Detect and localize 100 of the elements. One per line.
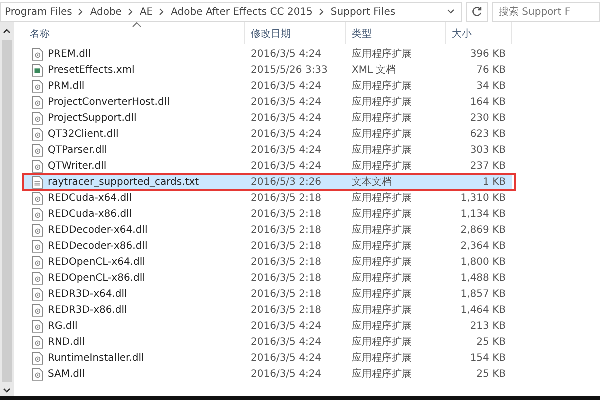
- code-file-icon: [32, 64, 43, 76]
- address-bar[interactable]: Program Files Adobe AE Adobe After Effects CC 2015 Support Files: [0, 2, 462, 22]
- column-header[interactable]: 类型: [346, 22, 446, 44]
- scroll-down-icon[interactable]: [3, 388, 11, 394]
- gear-file-icon: [32, 128, 43, 140]
- file-type: 应用程序扩展: [352, 257, 412, 268]
- file-size: 34 KB: [476, 80, 506, 92]
- modified-date: 2016/3/5 2:18: [251, 192, 322, 204]
- column-header[interactable]: 大小: [446, 22, 512, 44]
- breadcrumb-item[interactable]: AE: [140, 6, 154, 18]
- file-row[interactable]: REDDecoder-x64.dll 2016/3/5 2:18 应用程序扩展 2,869 KB: [24, 222, 512, 238]
- file-row[interactable]: RND.dll 2016/3/5 4:24 应用程序扩展 25 KB: [24, 334, 512, 350]
- file-type: 应用程序扩展: [352, 193, 412, 204]
- file-type: 应用程序扩展: [352, 337, 412, 348]
- file-size: 1,800 KB: [460, 256, 506, 268]
- file-size: 230 KB: [470, 112, 506, 124]
- file-row[interactable]: ProjectSupport.dll 2016/3/5 4:24 应用程序扩展 230 KB: [24, 110, 512, 126]
- file-row[interactable]: ProjectConverterHost.dll 2016/3/5 4:24 应用程序扩展 164 KB: [24, 94, 512, 110]
- gear-file-icon: [32, 224, 43, 236]
- modified-date: 2016/3/5 4:24: [251, 352, 322, 364]
- file-row[interactable]: QT32Client.dll 2016/3/5 4:24 应用程序扩展 623 KB: [24, 126, 512, 142]
- file-size: 623 KB: [470, 128, 506, 140]
- file-name: PRM.dll: [48, 80, 85, 92]
- modified-date: 2016/3/5 4:24: [251, 160, 322, 172]
- gear-file-icon: [32, 288, 43, 300]
- gear-file-icon: [32, 240, 43, 252]
- scroll-up-icon[interactable]: [3, 28, 11, 34]
- file-row[interactable]: PREM.dll 2016/3/5 4:24 应用程序扩展 396 KB: [24, 46, 512, 62]
- search-field[interactable]: 搜索 Support F: [492, 2, 600, 22]
- file-row[interactable]: RuntimeInstaller.dll 2016/3/5 4:24 应用程序扩展 154 KB: [24, 350, 512, 366]
- chevron-icon: [128, 8, 134, 16]
- file-size: 25 KB: [476, 336, 506, 348]
- gear-file-icon: [32, 112, 43, 124]
- file-row[interactable]: QTParser.dll 2016/3/5 4:24 应用程序扩展 303 KB: [24, 142, 512, 158]
- file-size: 25 KB: [476, 368, 506, 380]
- refresh-button[interactable]: [466, 2, 488, 22]
- modified-date: 2016/5/3 2:26: [251, 176, 322, 188]
- file-name: REDR3D-x86.dll: [48, 304, 128, 316]
- file-name: SAM.dll: [48, 368, 86, 380]
- chevron-icon: [78, 8, 84, 16]
- file-size: 396 KB: [470, 48, 506, 60]
- file-name: PresetEffects.xml: [48, 64, 135, 76]
- file-row[interactable]: REDDecoder-x86.dll 2016/3/5 2:18 应用程序扩展 2,364 KB: [24, 238, 512, 254]
- breadcrumb-item[interactable]: Support Files: [330, 6, 396, 18]
- modified-date: 2016/3/5 2:18: [251, 272, 322, 284]
- modified-date: 2016/3/5 4:24: [251, 112, 322, 124]
- file-size: 76 KB: [476, 64, 506, 76]
- file-type: 应用程序扩展: [352, 161, 412, 172]
- file-row[interactable]: RG.dll 2016/3/5 4:24 应用程序扩展 213 KB: [24, 318, 512, 334]
- file-type: XML 文档: [352, 65, 396, 76]
- gear-file-icon: [32, 352, 43, 364]
- text-file-icon: [32, 176, 43, 188]
- file-name: ProjectSupport.dll: [48, 112, 137, 124]
- file-size: 154 KB: [470, 352, 506, 364]
- file-row[interactable]: REDCuda-x64.dll 2016/3/5 2:18 应用程序扩展 1,310 KB: [24, 190, 512, 206]
- file-name: ProjectConverterHost.dll: [48, 96, 170, 108]
- gear-file-icon: [32, 368, 43, 380]
- file-size: 1,488 KB: [460, 272, 506, 284]
- column-header[interactable]: 名称: [24, 22, 245, 44]
- file-size: 237 KB: [470, 160, 506, 172]
- breadcrumb-item[interactable]: Adobe After Effects CC 2015: [171, 6, 313, 18]
- file-row[interactable]: PresetEffects.xml 2015/5/26 3:33 XML 文档 76 KB: [24, 62, 512, 78]
- file-row[interactable]: QTWriter.dll 2016/3/5 4:24 应用程序扩展 237 KB: [24, 158, 512, 174]
- file-name: QTParser.dll: [48, 144, 108, 156]
- file-name: RuntimeInstaller.dll: [48, 352, 144, 364]
- file-type: 应用程序扩展: [352, 97, 412, 108]
- file-size: 1,310 KB: [460, 192, 506, 204]
- gear-file-icon: [32, 256, 43, 268]
- file-row[interactable]: REDOpenCL-x64.dll 2016/3/5 2:18 应用程序扩展 1,800 KB: [24, 254, 512, 270]
- modified-date: 2016/3/5 2:18: [251, 224, 322, 236]
- gear-file-icon: [32, 320, 43, 332]
- file-name: REDR3D-x64.dll: [48, 288, 128, 300]
- column-header[interactable]: 修改日期: [245, 22, 346, 44]
- file-type: 文本文档: [352, 177, 392, 188]
- file-row[interactable]: REDR3D-x86.dll 2016/3/5 2:18 应用程序扩展 1,464 KB: [24, 302, 512, 318]
- file-size: 213 KB: [470, 320, 506, 332]
- scrollbar[interactable]: [0, 22, 14, 396]
- file-type: 应用程序扩展: [352, 305, 412, 316]
- file-row[interactable]: REDCuda-x86.dll 2016/3/5 2:18 应用程序扩展 1,134 KB: [24, 206, 512, 222]
- breadcrumb-item[interactable]: Adobe: [90, 6, 122, 18]
- gear-file-icon: [32, 144, 43, 156]
- file-name: raytracer_supported_cards.txt: [48, 176, 200, 188]
- file-type: 应用程序扩展: [352, 225, 412, 236]
- gear-file-icon: [32, 208, 43, 220]
- file-size: 303 KB: [470, 144, 506, 156]
- file-row[interactable]: REDR3D-x64.dll 2016/3/5 2:18 应用程序扩展 1,857 KB: [24, 286, 512, 302]
- file-row[interactable]: SAM.dll 2016/3/5 4:24 应用程序扩展 25 KB: [24, 366, 512, 382]
- file-type: 应用程序扩展: [352, 369, 412, 380]
- modified-date: 2016/3/5 2:18: [251, 208, 322, 220]
- breadcrumb-item[interactable]: Program Files: [5, 6, 72, 18]
- modified-date: 2015/5/26 3:33: [251, 64, 328, 76]
- file-type: 应用程序扩展: [352, 113, 412, 124]
- modified-date: 2016/3/5 4:24: [251, 336, 322, 348]
- file-size: 164 KB: [470, 96, 506, 108]
- gear-file-icon: [32, 96, 43, 108]
- dropdown-icon[interactable]: [447, 9, 455, 15]
- file-row[interactable]: REDOpenCL-x86.dll 2016/3/5 2:18 应用程序扩展 1,488 KB: [24, 270, 512, 286]
- file-row[interactable]: PRM.dll 2016/3/5 4:24 应用程序扩展 34 KB: [24, 78, 512, 94]
- file-size: 2,869 KB: [460, 224, 506, 236]
- gear-file-icon: [32, 48, 43, 60]
